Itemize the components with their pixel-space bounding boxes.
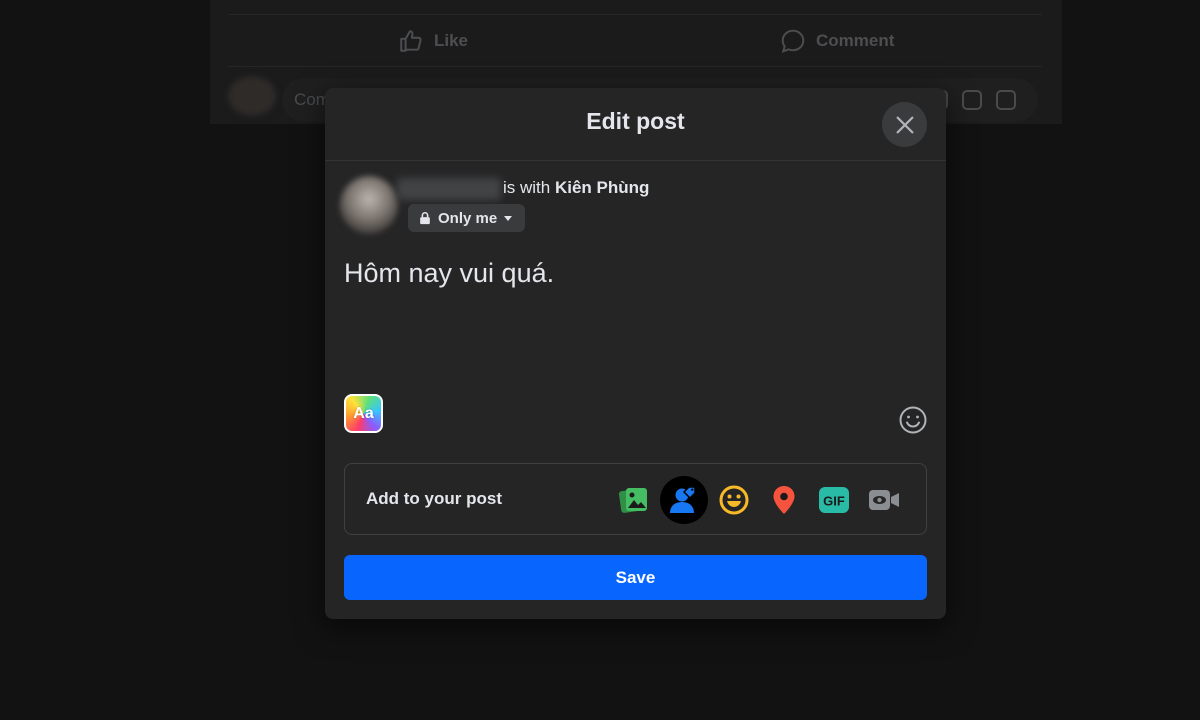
like-button[interactable]: Like [398,28,468,54]
add-to-post-label: Add to your post [366,489,502,508]
divider [228,14,1042,15]
author-name-redacted [397,178,501,200]
gif-icon: GIF [819,487,849,513]
svg-text:GIF: GIF [823,494,845,509]
close-button[interactable] [882,102,927,147]
tagged-person-link[interactable]: Kiên Phùng [555,178,649,197]
text-background-button[interactable]: Aa [344,394,383,433]
privacy-label: Only me [438,209,498,227]
feeling-icon [719,485,749,515]
comment-label: Comment [816,31,895,50]
photo-video-icon [618,488,647,513]
lock-icon [420,212,430,225]
commenter-avatar [228,76,276,116]
live-video-icon [869,490,899,510]
caret-down-icon [504,216,513,221]
gif-icon[interactable] [962,90,982,110]
feeling-button[interactable] [710,476,758,524]
comment-button[interactable]: Comment [780,28,894,54]
check-in-button[interactable] [760,476,808,524]
like-icon [400,30,422,52]
sticker-icon[interactable] [996,90,1016,110]
live-video-button[interactable] [860,476,908,524]
gif-button[interactable]: GIF [810,476,858,524]
emoji-picker-icon[interactable] [898,405,928,435]
divider [228,66,1042,67]
like-label: Like [434,31,469,50]
tag-people-icon [670,486,696,513]
add-to-post-bar: Add to your post GIF [344,463,927,535]
check-in-icon [773,486,795,514]
edit-post-dialog: Edit post is with Kiên Phùng Only me Hôm… [325,88,946,619]
author-suffix: is with [503,178,555,197]
comment-icon [781,29,805,53]
add-to-post-icons: GIF [608,476,908,524]
tag-people-button[interactable] [660,476,708,524]
privacy-selector[interactable]: Only me [408,204,526,232]
author-tag-line: is with Kiên Phùng [503,178,649,198]
save-label: Save [615,567,656,587]
close-icon [896,116,913,133]
dialog-title: Edit post [586,108,685,134]
photo-video-button[interactable] [610,476,658,524]
author-avatar [340,176,398,234]
dialog-header: Edit post [325,88,946,161]
text-style-label: Aa [353,404,374,422]
post-text-editor[interactable]: Hôm nay vui quá. [344,258,554,289]
save-button[interactable]: Save [344,555,927,600]
